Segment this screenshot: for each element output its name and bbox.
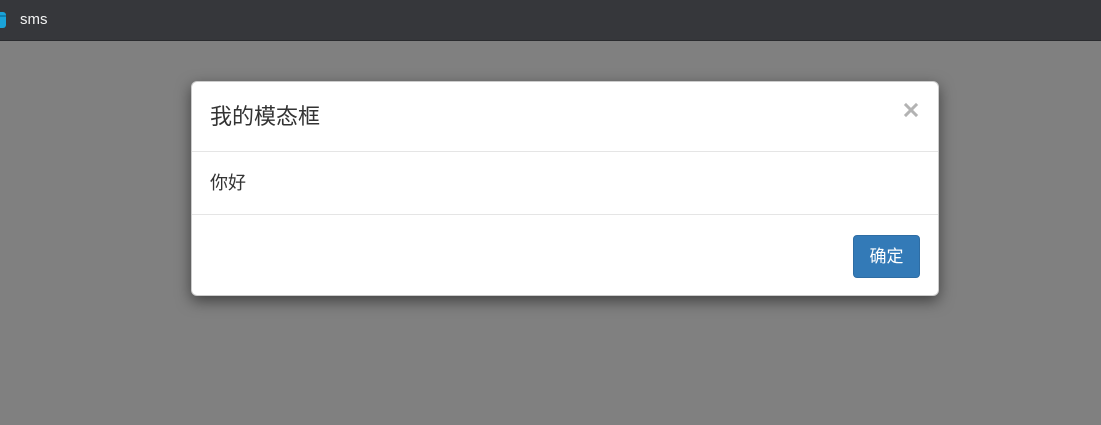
modal-dialog: 我的模态框 你好 确定 xyxy=(191,81,939,296)
modal-footer: 确定 xyxy=(192,215,938,295)
modal-body-text: 你好 xyxy=(210,173,246,193)
app-title: sms xyxy=(20,11,48,28)
confirm-button[interactable]: 确定 xyxy=(853,235,920,278)
app-icon xyxy=(0,12,6,28)
close-icon[interactable] xyxy=(902,98,920,120)
top-bar: sms xyxy=(0,0,1101,41)
modal-body: 你好 xyxy=(192,152,938,215)
modal-header: 我的模态框 xyxy=(192,82,938,152)
modal-title: 我的模态框 xyxy=(210,104,321,129)
